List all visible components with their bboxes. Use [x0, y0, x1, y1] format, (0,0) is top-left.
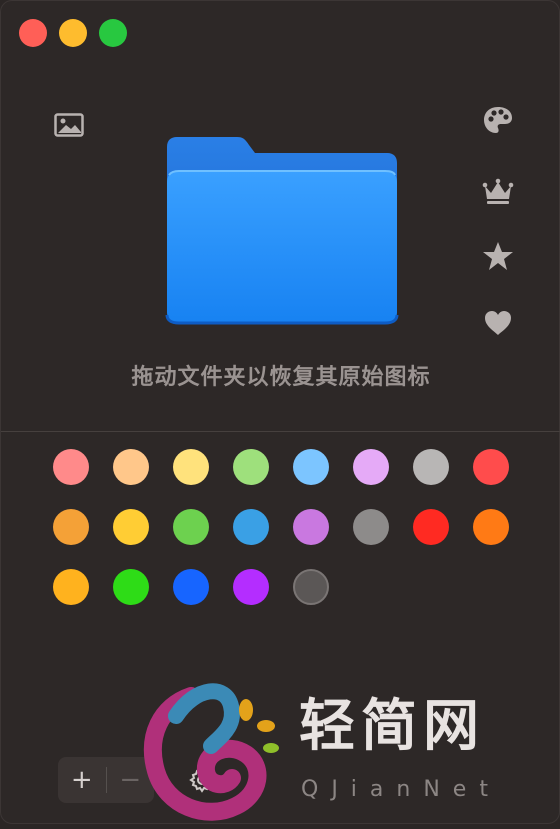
color-swatch[interactable]: [353, 509, 389, 545]
color-swatch[interactable]: [293, 569, 329, 605]
star-icon[interactable]: [482, 241, 514, 275]
color-swatch[interactable]: [293, 509, 329, 545]
app-window: 拖动文件夹以恢复其原始图标 + − 轻简网 QJianNet: [0, 0, 560, 824]
color-swatch[interactable]: [53, 449, 89, 485]
minimize-window-button[interactable]: [59, 19, 87, 47]
add-button[interactable]: +: [58, 757, 106, 803]
watermark-title: 轻简网: [299, 693, 485, 759]
color-swatch[interactable]: [413, 449, 449, 485]
close-window-button[interactable]: [19, 19, 47, 47]
traffic-lights: [19, 19, 127, 47]
color-swatch[interactable]: [413, 509, 449, 545]
color-swatch[interactable]: [353, 449, 389, 485]
color-swatch[interactable]: [53, 569, 89, 605]
color-swatch[interactable]: [53, 509, 89, 545]
restore-hint-text: 拖动文件夹以恢复其原始图标: [131, 365, 431, 390]
palette-icon[interactable]: [483, 106, 513, 138]
color-swatch[interactable]: [293, 449, 329, 485]
color-swatch[interactable]: [233, 449, 269, 485]
maximize-window-button[interactable]: [99, 19, 127, 47]
color-swatch[interactable]: [173, 569, 209, 605]
folder-icon[interactable]: [165, 135, 399, 325]
color-swatch[interactable]: [173, 509, 209, 545]
color-swatch[interactable]: [233, 569, 269, 605]
image-icon[interactable]: [54, 113, 84, 141]
crown-icon[interactable]: [482, 177, 514, 209]
watermark-subtitle: QJianNet: [301, 777, 501, 802]
divider: [1, 431, 560, 432]
color-swatch[interactable]: [113, 449, 149, 485]
color-swatch[interactable]: [473, 449, 509, 485]
color-swatch[interactable]: [113, 509, 149, 545]
heart-icon[interactable]: [484, 310, 512, 340]
color-swatch[interactable]: [173, 449, 209, 485]
color-swatch[interactable]: [233, 509, 269, 545]
color-swatch[interactable]: [113, 569, 149, 605]
color-swatch[interactable]: [473, 509, 509, 545]
